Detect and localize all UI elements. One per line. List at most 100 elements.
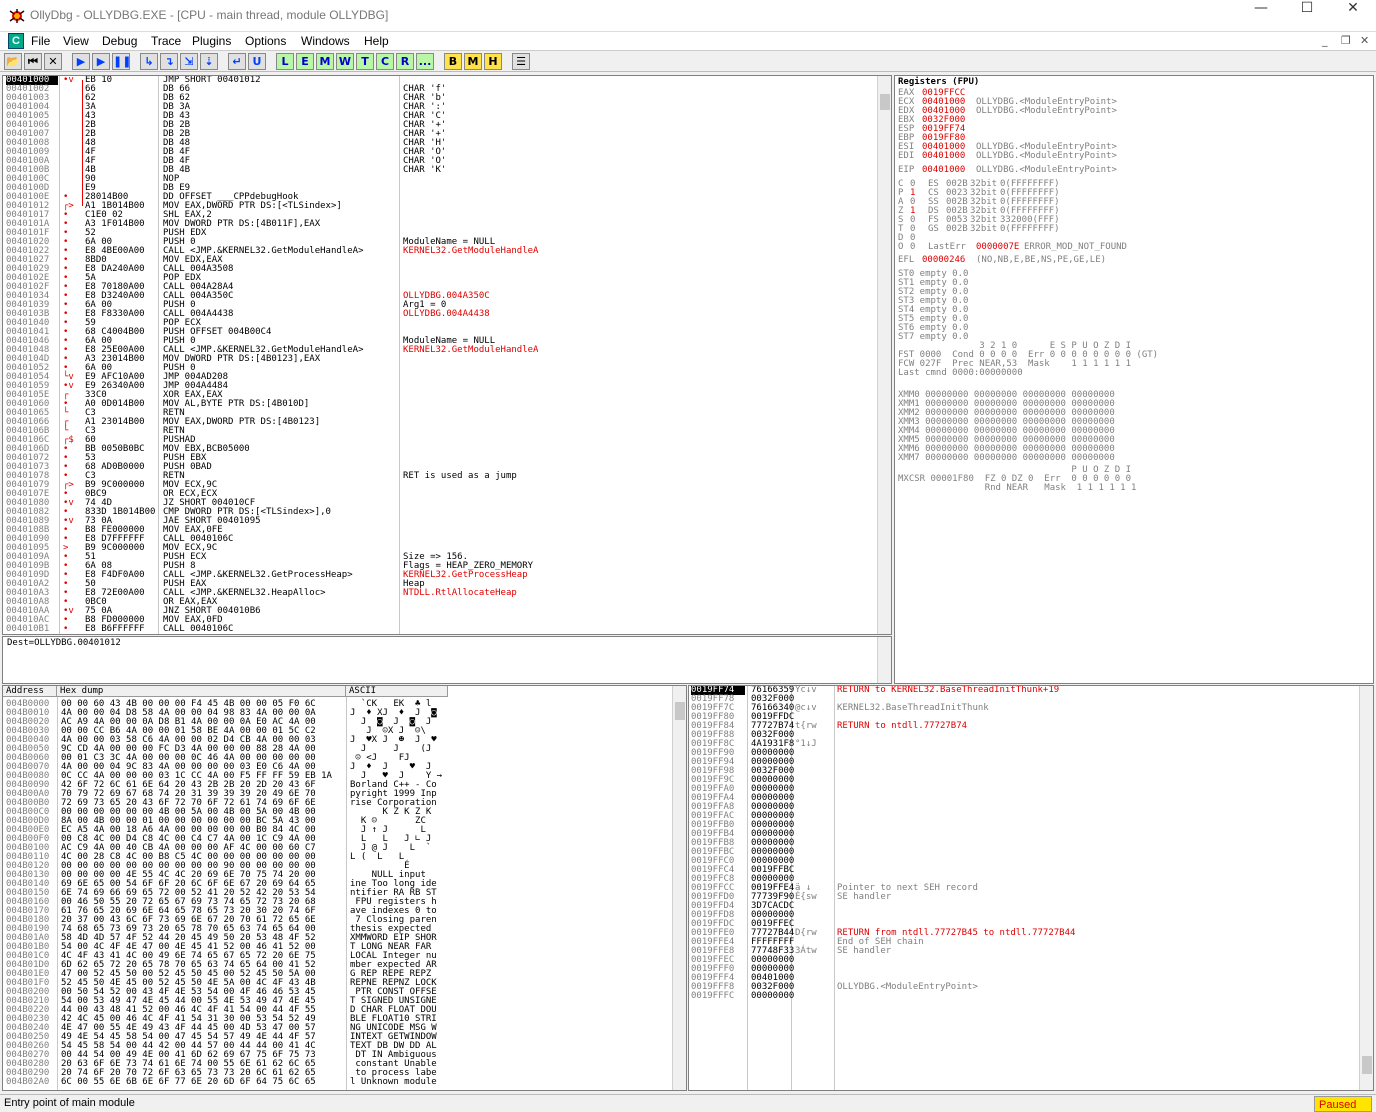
disasm-comment: CHAR 'K' [403, 165, 447, 175]
dump-hex-header[interactable]: Hex dump [57, 686, 346, 697]
info-pane: Dest=OLLYDBG.00401012 [2, 636, 892, 684]
disasm-row[interactable]: 0040100B 4B DB 4B CHAR 'K' [3, 166, 877, 175]
disasm-comment: KERNEL32.GetModuleHandleA [403, 246, 539, 256]
disasm-row[interactable]: 0040106D • BB 0050B0BC MOV EBX,BCB05000 [3, 445, 877, 454]
stack-row[interactable]: 0019FFFC 00000000 [689, 992, 1359, 1001]
stack-ascii: °1↓J [795, 739, 817, 749]
disasm-row[interactable]: 00401082 • 833D 1B014B00 CMP DWORD PTR DS:[… [3, 508, 877, 517]
mdi-restore-button[interactable]: ❐ [1341, 34, 1351, 47]
rewind-icon[interactable]: ⏮ [24, 53, 42, 70]
disasm-row[interactable]: 0040107E • 0BC9 OR ECX,ECX [3, 490, 877, 499]
run-thread-icon[interactable]: ▶ [92, 53, 110, 70]
dump-ascii-header[interactable]: ASCII [346, 686, 448, 697]
dump-pane[interactable]: Address Hex dump ASCII 004B0000 00 00 60 … [2, 685, 687, 1091]
disasm-row[interactable]: 0040101A • A3 1F014B00 MOV DWORD PTR DS:[4B… [3, 220, 877, 229]
disasm-row[interactable]: 00401059 •v E9 26340A00 JMP 004A4484 [3, 382, 877, 391]
info-scrollbar[interactable] [877, 637, 891, 683]
register-comment: OLLYDBG.<ModuleEntryPoint> [976, 106, 1117, 116]
stack-scrollbar[interactable] [1359, 686, 1373, 1090]
status-message: Entry point of main module [4, 1097, 135, 1109]
run-trace-button[interactable]: ... [416, 53, 434, 70]
list-menu-icon[interactable]: ☰ [512, 53, 530, 70]
cpu-window-icon[interactable]: C [8, 33, 24, 49]
menu-view[interactable]: View [63, 34, 89, 48]
register-value[interactable]: 00401000 [922, 152, 965, 161]
stack-scroll-thumb[interactable] [1362, 1056, 1372, 1074]
menu-help[interactable]: Help [364, 34, 389, 48]
menu-windows[interactable]: Windows [301, 34, 350, 48]
disasm-row[interactable]: 0040104D • A3 23014B00 MOV DWORD PTR DS:[4B… [3, 355, 877, 364]
disasm-row[interactable]: 0040100C 90 NOP [3, 175, 877, 184]
xmm-row[interactable]: XMM7 00000000 00000000 00000000 00000000 [898, 454, 1115, 463]
threads-window-button[interactable]: T [356, 53, 374, 70]
disassembly-scroll-thumb[interactable] [880, 94, 890, 110]
disasm-row[interactable]: 00401060 • A0 0D014B00 MOV AL,BYTE PTR DS:[… [3, 400, 877, 409]
disasm-comment: OLLYDBG.004A4438 [403, 309, 490, 319]
disasm-comment: RET is used as a jump [403, 471, 517, 481]
disasm-row[interactable]: 00401029 • E8 DA240A00 CALL 004A3508 [3, 265, 877, 274]
disasm-row[interactable]: 004010B1 • E8 B6FFFFFF CALL 0040106C [3, 625, 877, 634]
register-value[interactable]: 00000246 [922, 256, 965, 265]
dump-address-header[interactable]: Address [3, 686, 57, 697]
mdi-minimize-button[interactable]: _ [1322, 34, 1328, 47]
execute-till-return-icon[interactable]: ↵ [228, 53, 246, 70]
stack-ascii: @c↓v [795, 703, 817, 713]
memory-window-button[interactable]: M [316, 53, 334, 70]
dump-address: 004B02A0 [6, 1077, 50, 1087]
breakpoints-window-button[interactable]: B [444, 53, 462, 70]
disasm-hex: E8 B6FFFFFF [85, 624, 145, 634]
minimize-button[interactable]: — [1238, 0, 1284, 32]
registers-pane[interactable]: Registers (FPU) EAX 0019FFCC ECX 00401000 OL… [894, 75, 1374, 684]
dump-scroll-thumb[interactable] [675, 702, 685, 720]
stack-pane[interactable]: 0019FF74 76166359 Yc↓v RETURN to KERNEL32.B… [688, 685, 1374, 1091]
disasm-row[interactable]: 0040103B • E8 F8330A00 CALL 004A4438 OLLYDBG… [3, 310, 877, 319]
close-button[interactable]: ✕ [1330, 0, 1376, 32]
mdi-close-button[interactable]: ✕ [1360, 34, 1369, 47]
disasm-row[interactable]: 00401066 ┌ A1 23014B00 MOV EAX,DWORD PTR DS… [3, 418, 877, 427]
trace-into-icon[interactable]: ⇲ [180, 53, 198, 70]
disasm-row[interactable]: 00401079 ┌> B9 9C000000 MOV ECX,9C [3, 481, 877, 490]
segment-limit: 0(FFFFFFFF) [1000, 224, 1060, 234]
menu-file[interactable]: File [31, 34, 50, 48]
disassembly-pane[interactable]: 00401000 •v EB 10 JMP SHORT 00401012 0040100… [2, 75, 892, 635]
segment-name: LastErr [928, 242, 966, 252]
register-comment: (NO,NB,E,BE,NS,PE,GE,LE) [976, 255, 1107, 265]
references-window-button[interactable]: R [396, 53, 414, 70]
executables-window-button[interactable]: E [296, 53, 314, 70]
disasm-row[interactable]: 0040106B └ C3 RETN [3, 427, 877, 436]
maximize-button[interactable]: ☐ [1284, 0, 1330, 32]
memory-breakpoints-button[interactable]: M [464, 53, 482, 70]
disassembly-scrollbar[interactable] [877, 76, 891, 634]
open-icon[interactable]: 📂 [4, 53, 22, 70]
jump-flow-line [82, 80, 83, 206]
status-state-badge: Paused [1314, 1096, 1372, 1112]
windows-window-button[interactable]: W [336, 53, 354, 70]
dump-row[interactable]: 004B02A0 6C 00 55 6E 6B 6E 6F 77 6E 20 6D… [3, 1078, 673, 1087]
trace-over-icon[interactable]: ⇣ [200, 53, 218, 70]
log-window-button[interactable]: L [276, 53, 294, 70]
disasm-row[interactable]: 0040109D • E8 F4DF0A00 CALL <JMP.&KERNEL32.… [3, 571, 877, 580]
ollydbg-bug-icon [9, 9, 25, 23]
flag-value[interactable]: 0 [910, 243, 915, 252]
stack-comment: SE handler [837, 892, 892, 902]
disasm-row[interactable]: 00401012 ┌> A1 1B014B00 MOV EAX,DWORD PTR D… [3, 202, 877, 211]
disasm-row[interactable]: 004010A8 • 0BC0 OR EAX,EAX [3, 598, 877, 607]
menu-options[interactable]: Options [245, 34, 286, 48]
close-icon[interactable]: ✕ [44, 53, 62, 70]
hardware-breakpoints-button[interactable]: H [484, 53, 502, 70]
execute-till-user-icon[interactable]: U [248, 53, 266, 70]
dump-scrollbar[interactable] [672, 686, 686, 1090]
step-over-icon[interactable]: ↴ [160, 53, 178, 70]
cpu-window-button[interactable]: C [376, 53, 394, 70]
disasm-row[interactable]: 00401022 • E8 4BE00A00 CALL <JMP.&KERNEL32.… [3, 247, 877, 256]
segment-name: GS [928, 224, 939, 234]
menu-plugins[interactable]: Plugins [192, 34, 231, 48]
register-value[interactable]: 00401000 [922, 166, 965, 175]
disasm-row[interactable]: 0040100D E9 DB E9 [3, 184, 877, 193]
menu-debug[interactable]: Debug [102, 34, 137, 48]
disasm-row[interactable]: 004010A3 • E8 72E00A00 CALL <JMP.&KERNEL32.… [3, 589, 877, 598]
step-into-icon[interactable]: ↳ [140, 53, 158, 70]
menu-trace[interactable]: Trace [151, 34, 181, 48]
pause-icon[interactable]: ❚❚ [112, 53, 131, 70]
run-icon[interactable]: ▶ [72, 53, 90, 70]
